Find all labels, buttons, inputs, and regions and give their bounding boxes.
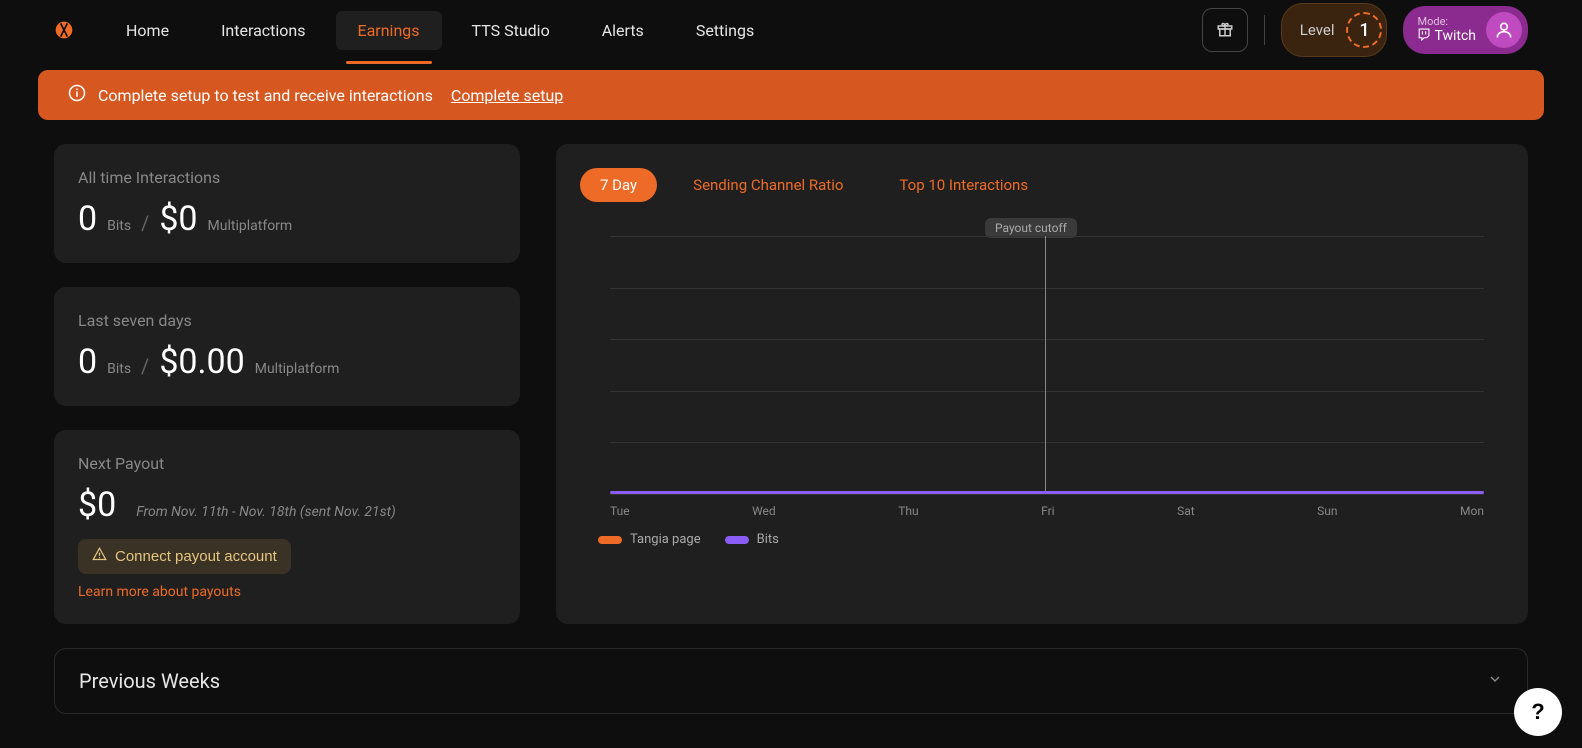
payout-label: Next Payout xyxy=(78,454,496,473)
tab-7day[interactable]: 7 Day xyxy=(580,168,657,202)
all-time-money: $0 xyxy=(159,199,197,239)
gift-button[interactable] xyxy=(1202,8,1248,52)
nav: Home Interactions Earnings TTS Studio Al… xyxy=(104,11,776,50)
nav-home[interactable]: Home xyxy=(104,11,191,50)
x-tick: Thu xyxy=(898,504,918,518)
gridline xyxy=(610,236,1484,237)
last-seven-card: Last seven days 0 Bits / $0.00 Multiplat… xyxy=(54,287,520,406)
nav-settings[interactable]: Settings xyxy=(674,11,776,50)
last-seven-money: $0.00 xyxy=(159,342,244,382)
all-time-card: All time Interactions 0 Bits / $0 Multip… xyxy=(54,144,520,263)
slash: / xyxy=(141,354,149,378)
previous-weeks-toggle[interactable]: Previous Weeks xyxy=(54,648,1528,714)
stats-column: All time Interactions 0 Bits / $0 Multip… xyxy=(54,144,520,624)
legend: Tangia page Bits xyxy=(598,532,1484,547)
payout-values: $0 From Nov. 11th - Nov. 18th (sent Nov.… xyxy=(78,485,496,525)
all-time-bits-unit: Bits xyxy=(107,218,131,234)
x-tick: Mon xyxy=(1460,504,1484,518)
chart-tabs: 7 Day Sending Channel Ratio Top 10 Inter… xyxy=(580,168,1504,202)
help-button[interactable]: ? xyxy=(1514,688,1562,736)
mode-value: Twitch xyxy=(1417,28,1476,46)
connect-payout-button[interactable]: Connect payout account xyxy=(78,539,291,574)
x-tick: Tue xyxy=(610,504,630,518)
last-seven-bits-unit: Bits xyxy=(107,361,131,377)
chart xyxy=(610,236,1484,494)
x-axis: Tue Wed Thu Fri Sat Sun Mon xyxy=(610,504,1484,518)
header: Home Interactions Earnings TTS Studio Al… xyxy=(0,0,1582,60)
x-tick: Wed xyxy=(752,504,776,518)
tab-channel-ratio[interactable]: Sending Channel Ratio xyxy=(673,168,863,202)
slash: / xyxy=(141,211,149,235)
chevron-down-icon xyxy=(1487,671,1503,691)
gridline xyxy=(610,288,1484,289)
all-time-money-unit: Multiplatform xyxy=(208,218,293,234)
chart-panel: 7 Day Sending Channel Ratio Top 10 Inter… xyxy=(556,144,1528,624)
connect-payout-label: Connect payout account xyxy=(115,548,277,565)
gridline xyxy=(610,339,1484,340)
last-seven-label: Last seven days xyxy=(78,311,496,330)
chart-baseline xyxy=(610,491,1484,494)
avatar-icon xyxy=(1486,12,1522,48)
payout-range: From Nov. 11th - Nov. 18th (sent Nov. 21… xyxy=(136,504,396,520)
warning-icon xyxy=(92,547,107,566)
swatch-icon xyxy=(725,536,749,544)
last-seven-values: 0 Bits / $0.00 Multiplatform xyxy=(78,342,496,382)
swatch-icon xyxy=(598,536,622,544)
level-badge[interactable]: Level 1 xyxy=(1281,3,1388,57)
complete-setup-link[interactable]: Complete setup xyxy=(451,86,563,105)
gridline xyxy=(610,442,1484,443)
tab-top10[interactable]: Top 10 Interactions xyxy=(879,168,1048,202)
gift-icon xyxy=(1216,20,1234,41)
payout-value: $0 xyxy=(78,485,116,525)
previous-weeks-title: Previous Weeks xyxy=(79,669,220,693)
all-time-values: 0 Bits / $0 Multiplatform xyxy=(78,199,496,239)
level-value: 1 xyxy=(1346,12,1382,48)
x-tick: Fri xyxy=(1041,504,1054,518)
last-seven-bits: 0 xyxy=(78,342,97,382)
header-right: Level 1 Mode: Twitch xyxy=(1202,3,1528,57)
logo-icon xyxy=(54,20,74,40)
level-label: Level xyxy=(1300,21,1335,39)
legend-label: Tangia page xyxy=(630,532,701,547)
nav-interactions[interactable]: Interactions xyxy=(199,11,327,50)
gridline xyxy=(610,391,1484,392)
payout-card: Next Payout $0 From Nov. 11th - Nov. 18t… xyxy=(54,430,520,624)
mode-badge[interactable]: Mode: Twitch xyxy=(1403,6,1528,54)
last-seven-money-unit: Multiplatform xyxy=(255,361,340,377)
cutoff-line xyxy=(1045,236,1046,494)
all-time-bits: 0 xyxy=(78,199,97,239)
setup-banner: Complete setup to test and receive inter… xyxy=(38,70,1544,120)
mode-text: Mode: Twitch xyxy=(1417,15,1476,46)
nav-tts-studio[interactable]: TTS Studio xyxy=(450,11,572,50)
x-tick: Sun xyxy=(1317,504,1337,518)
cutoff-label: Payout cutoff xyxy=(985,218,1077,238)
learn-payouts-link[interactable]: Learn more about payouts xyxy=(78,584,496,600)
x-tick: Sat xyxy=(1177,504,1195,518)
twitch-icon xyxy=(1417,28,1430,46)
nav-earnings[interactable]: Earnings xyxy=(336,11,442,50)
nav-alerts[interactable]: Alerts xyxy=(580,11,666,50)
info-icon xyxy=(68,84,86,106)
legend-label: Bits xyxy=(757,532,779,547)
mode-label: Mode: xyxy=(1417,15,1476,28)
legend-tangia: Tangia page xyxy=(598,532,701,547)
legend-bits: Bits xyxy=(725,532,779,547)
all-time-label: All time Interactions xyxy=(78,168,496,187)
banner-text: Complete setup to test and receive inter… xyxy=(98,86,433,105)
gridline xyxy=(610,494,1484,495)
divider xyxy=(1264,15,1265,45)
main: All time Interactions 0 Bits / $0 Multip… xyxy=(0,120,1582,624)
chart-wrap: Payout cutoff Tue Wed Thu Fri Sat Sun Mo… xyxy=(580,226,1504,606)
